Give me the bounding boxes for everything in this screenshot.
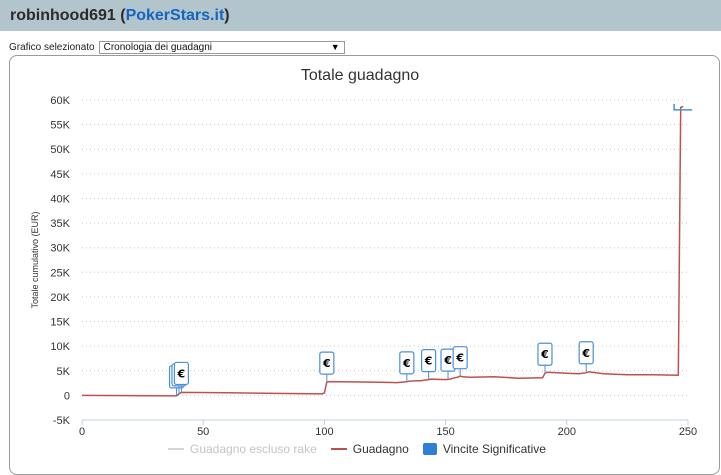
x-tick-label: 0: [79, 426, 85, 438]
legend-item-rake-excluded[interactable]: Guadagno escluso rake: [168, 442, 317, 456]
euro-icon: €: [177, 367, 186, 380]
chart-legend: Guadagno escluso rake Guadagno Vincite S…: [168, 441, 546, 457]
euro-icon: €: [540, 348, 549, 361]
legend-box-icon: [422, 443, 437, 455]
earnings-chart: Totale guadagno -5K 0 5K 10K 15K 20K 25K 30K 35K 4…: [30, 67, 697, 438]
y-tick-label: 5K: [57, 366, 71, 378]
legend-item-earnings[interactable]: Guadagno: [330, 442, 409, 456]
legend-line-icon: [330, 448, 347, 450]
y-tick-label: 50K: [50, 144, 70, 156]
euro-icon: €: [322, 357, 331, 370]
y-tick-label: 15K: [50, 317, 70, 329]
legend-label: Vincite Significative: [442, 442, 546, 456]
x-tick-label: 150: [436, 426, 454, 438]
x-tick-label: 100: [315, 426, 333, 438]
y-tick-label: 20K: [50, 292, 70, 304]
legend-line-icon: [168, 448, 184, 450]
y-tick-label: 25K: [50, 267, 70, 279]
y-tick-label: 10K: [50, 341, 70, 353]
y-tick-label: 40K: [50, 193, 70, 205]
legend-label: Guadagno escluso rake: [190, 442, 317, 456]
y-tick-label: 45K: [50, 169, 70, 181]
euro-icon: €: [424, 355, 433, 368]
euro-icon: €: [455, 352, 464, 365]
euro-icon: €: [443, 354, 452, 367]
legend-item-significant-wins[interactable]: Vincite Significative: [422, 442, 546, 456]
y-axis-title: Totale cumulativo (EUR): [30, 211, 40, 308]
y-tick-label: 0: [64, 390, 70, 402]
x-tick-label: 50: [197, 426, 209, 438]
y-tick-label: 35K: [50, 218, 70, 230]
legend-label: Guadagno: [352, 442, 409, 456]
x-tick-label: 200: [558, 426, 576, 438]
x-tick-label: 250: [679, 426, 697, 438]
y-tick-label: 60K: [50, 95, 70, 107]
chart-title: Totale guadagno: [301, 67, 419, 84]
euro-icon: €: [581, 347, 590, 360]
y-tick-label: 30K: [50, 243, 70, 255]
euro-icon: €: [402, 357, 411, 370]
y-tick-label: 55K: [50, 120, 70, 132]
y-tick-label: -5K: [53, 415, 71, 427]
